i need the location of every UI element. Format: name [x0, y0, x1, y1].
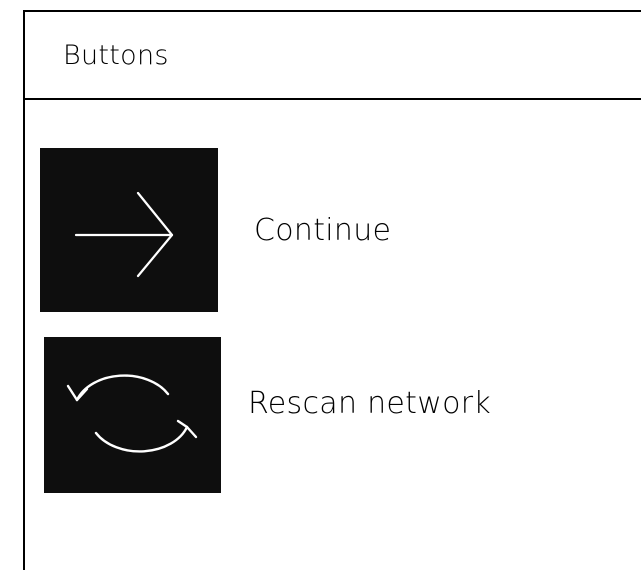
panel-title: Buttons: [63, 40, 169, 71]
continue-button[interactable]: Continue: [40, 148, 460, 312]
arrow-right-icon: [74, 191, 174, 278]
rescan-network-label: Rescan network: [248, 386, 492, 421]
rescan-network-button[interactable]: Rescan network: [44, 337, 564, 493]
rescan-icon-tile[interactable]: [44, 337, 221, 493]
panel-header: Buttons: [25, 12, 641, 100]
refresh-icon: [66, 374, 198, 453]
continue-icon-tile[interactable]: [40, 148, 218, 312]
continue-label: Continue: [254, 213, 392, 248]
